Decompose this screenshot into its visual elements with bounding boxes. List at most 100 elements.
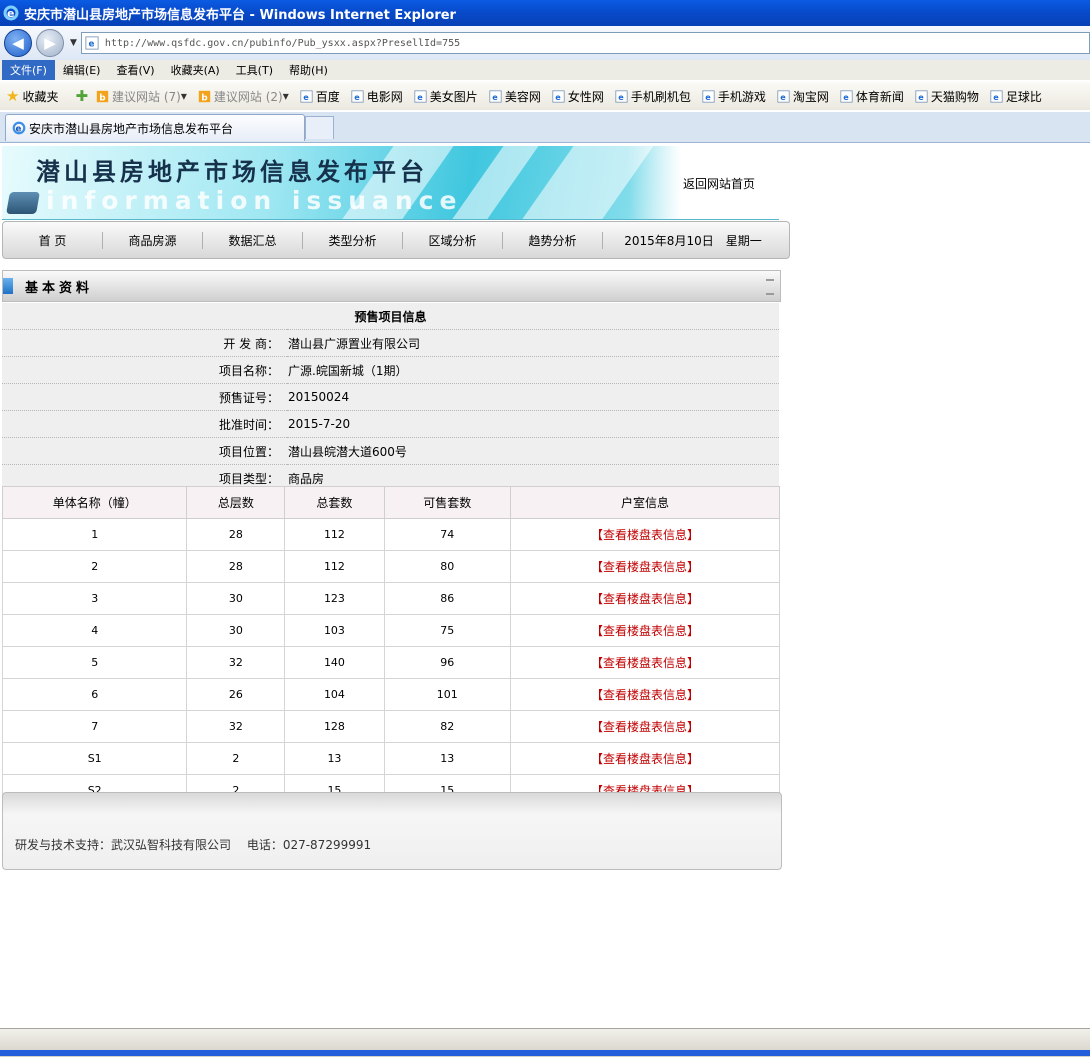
site-title: 潜山县房地产市场信息发布平台 [36, 157, 428, 186]
page-content: 潜山县房地产市场信息发布平台 information issuance 返回网站… [0, 143, 1090, 1028]
svg-text:e: e [555, 91, 561, 101]
svg-text:e: e [16, 125, 22, 135]
menu-item-1[interactable]: 编辑(E) [55, 60, 109, 80]
units-table: 单体名称（幢） 总层数 总套数 可售套数 户室信息 1 28 112 74 【查看楼盘表信息】 2… [1, 486, 781, 807]
table-row: 6 26 104 101 【查看楼盘表信息】 [1, 678, 781, 711]
address-bar[interactable]: e http://www.qsfdc.gov.cn/pubinfo/Pub_ys… [80, 32, 1090, 54]
table-row: 5 32 140 96 【查看楼盘表信息】 [1, 646, 781, 679]
svg-text:e: e [843, 91, 849, 101]
favorite-item[interactable]: e 电影网 [351, 88, 403, 105]
table-cell: 112 [284, 550, 385, 583]
svg-text:e: e [88, 40, 94, 50]
table-cell: 4 [1, 614, 188, 647]
new-tab-button[interactable] [305, 116, 334, 139]
add-favorites-icon[interactable]: ✚ [75, 87, 88, 105]
table-cell: 28 [186, 518, 286, 551]
svg-text:e: e [303, 91, 309, 101]
table-cell: 2 [1, 550, 188, 583]
nav-item-3[interactable]: 类型分析 [303, 231, 403, 249]
section-marker-icon [3, 278, 13, 294]
ie-page-icon: e [615, 89, 628, 103]
nav-item-0[interactable]: 首 页 [3, 231, 103, 249]
table-cell: 6 [1, 678, 188, 711]
favorite-item[interactable]: e 淘宝网 [777, 88, 829, 105]
table-cell: 74 [383, 518, 511, 551]
nav-item-5[interactable]: 趋势分析 [503, 231, 603, 249]
favorite-item[interactable]: e 女性网 [552, 88, 604, 105]
ie-page-icon: e [915, 89, 928, 103]
favorite-item[interactable]: b 建议网站 (2) ▾ [198, 88, 289, 105]
nav-item-1[interactable]: 商品房源 [103, 231, 203, 249]
table-row: 7 32 128 82 【查看楼盘表信息】 [1, 710, 781, 743]
favorite-item[interactable]: e 天猫购物 [915, 88, 979, 105]
column-header: 总层数 [186, 486, 286, 519]
table-cell: 112 [284, 518, 385, 551]
info-row: 项目名称： 广源.皖国新城（1期） [2, 356, 779, 384]
info-label: 项目名称： [2, 356, 287, 384]
table-row: S1 2 13 13 【查看楼盘表信息】 [1, 742, 781, 775]
favorite-item[interactable]: e 美女图片 [414, 88, 478, 105]
tab-ie-icon: e [12, 121, 26, 135]
menu-bar: 文件(F) 编辑(E) 查看(V) 收藏夹(A) 工具(T) 帮助(H) [0, 60, 1090, 80]
tab-active[interactable]: e 安庆市潜山县房地产市场信息发布平台 [5, 114, 305, 141]
page-icon: e [85, 36, 99, 50]
favorite-item[interactable]: e 手机游戏 [702, 88, 766, 105]
view-floor-plan-link[interactable]: 【查看楼盘表信息】 [509, 710, 781, 743]
favorite-item[interactable]: e 美容网 [489, 88, 541, 105]
back-button[interactable]: ◀ [4, 29, 32, 57]
favorite-item[interactable]: e 手机刷机包 [615, 88, 691, 105]
info-label: 批准时间： [2, 410, 287, 438]
favorites-button[interactable]: ★ 收藏夹 [6, 87, 58, 105]
favorite-item[interactable]: e 足球比 [990, 88, 1042, 105]
svg-text:e: e [705, 91, 711, 101]
table-row: 3 30 123 86 【查看楼盘表信息】 [1, 582, 781, 615]
footer-text: 研发与技术支持：武汉弘智科技有限公司 电话：027-87299991 [15, 838, 372, 852]
dropdown-icon[interactable]: ▾ [283, 89, 289, 103]
menu-item-0[interactable]: 文件(F) [2, 60, 55, 80]
page-footer: 研发与技术支持：武汉弘智科技有限公司 电话：027-87299991 [2, 792, 782, 870]
dropdown-icon[interactable]: ▾ [181, 89, 187, 103]
favorites-bar: ★ 收藏夹 ✚ b 建议网站 (7) ▾ b 建议网站 (2) ▾ e 百度 e 电影网 e 美女… [0, 82, 1090, 110]
favorite-item[interactable]: e 百度 [300, 88, 340, 105]
view-floor-plan-link[interactable]: 【查看楼盘表信息】 [509, 678, 781, 711]
column-header: 单体名称（幢） [1, 486, 188, 519]
view-floor-plan-link[interactable]: 【查看楼盘表信息】 [509, 614, 781, 647]
back-arrow-icon: ◀ [12, 34, 24, 52]
home-link[interactable]: 返回网站首页 [683, 175, 755, 192]
table-cell: 30 [186, 582, 286, 615]
history-dropdown-icon[interactable]: ▼ [70, 38, 77, 48]
table-cell: 32 [186, 710, 286, 743]
browser-navbar: ◀ ▶ ▼ e http://www.qsfdc.gov.cn/pubinfo/… [0, 26, 1090, 60]
nav-item-4[interactable]: 区域分析 [403, 231, 503, 249]
site-banner: 潜山县房地产市场信息发布平台 information issuance 返回网站… [2, 146, 779, 220]
view-floor-plan-link[interactable]: 【查看楼盘表信息】 [509, 742, 781, 775]
info-value: 潜山县广源置业有限公司 [287, 329, 779, 357]
favorite-item[interactable]: b 建议网站 (7) ▾ [96, 88, 187, 105]
nav-item-2[interactable]: 数据汇总 [203, 231, 303, 249]
forward-button[interactable]: ▶ [36, 29, 64, 57]
svg-text:b: b [99, 93, 105, 102]
menu-item-4[interactable]: 工具(T) [228, 60, 281, 80]
info-heading: 预售项目信息 [2, 303, 779, 330]
ie-page-icon: e [990, 89, 1003, 103]
ie-page-icon: e [777, 89, 790, 103]
svg-text:e: e [918, 91, 924, 101]
view-floor-plan-link[interactable]: 【查看楼盘表信息】 [509, 646, 781, 679]
info-value: 潜山县皖潜大道600号 [287, 437, 779, 465]
menu-item-5[interactable]: 帮助(H) [281, 60, 336, 80]
ie-page-icon: e [840, 89, 853, 103]
menu-item-2[interactable]: 查看(V) [108, 60, 162, 80]
view-floor-plan-link[interactable]: 【查看楼盘表信息】 [509, 582, 781, 615]
table-cell: S1 [1, 742, 188, 775]
info-value: 广源.皖国新城（1期） [287, 356, 779, 384]
table-cell: 13 [383, 742, 511, 775]
menu-item-3[interactable]: 收藏夹(A) [163, 60, 228, 80]
favorite-item[interactable]: e 体育新闻 [840, 88, 904, 105]
table-row: 1 28 112 74 【查看楼盘表信息】 [1, 518, 781, 551]
view-floor-plan-link[interactable]: 【查看楼盘表信息】 [509, 550, 781, 583]
view-floor-plan-link[interactable]: 【查看楼盘表信息】 [509, 518, 781, 551]
ie-page-icon: e [702, 89, 715, 103]
svg-text:e: e [417, 91, 423, 101]
table-cell: 101 [383, 678, 511, 711]
star-icon: ★ [6, 87, 20, 105]
